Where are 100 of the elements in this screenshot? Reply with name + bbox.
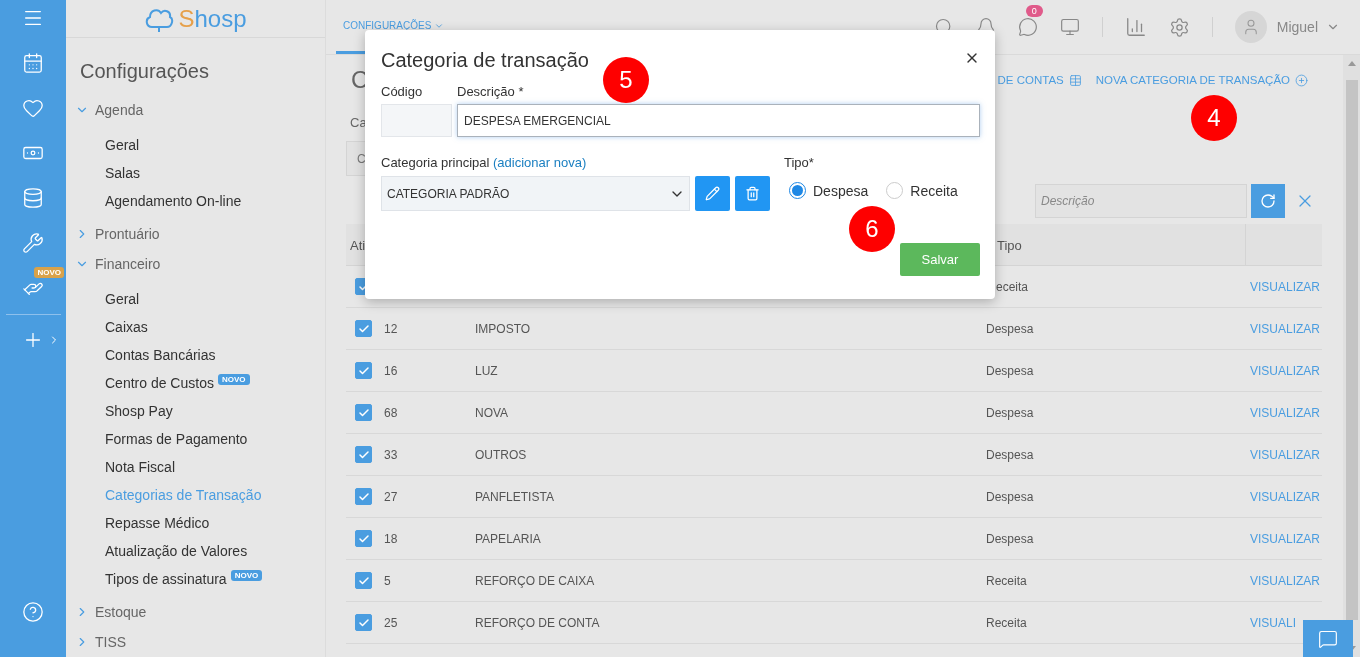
field-label: Categoria principal (adicionar nova) xyxy=(381,155,588,170)
table-cell-text: 25 xyxy=(384,615,399,630)
sidebar-item[interactable]: Salas xyxy=(105,165,141,181)
table-cell-text: 68 xyxy=(384,405,399,420)
table-cell-text: 18 xyxy=(384,531,399,546)
sidebar-item[interactable]: Agendamento On-line xyxy=(105,193,242,209)
help-icon[interactable] xyxy=(22,601,44,623)
new-badge: NOVO xyxy=(230,569,263,581)
checkbox[interactable] xyxy=(355,572,372,589)
new-badge: NOVO xyxy=(217,373,250,385)
settings-icon[interactable] xyxy=(1168,16,1190,38)
chat-icon[interactable] xyxy=(1017,17,1038,37)
category-select[interactable]: CATEGORIA PADRÃO xyxy=(381,176,690,211)
checkbox[interactable] xyxy=(355,488,372,505)
checkbox[interactable] xyxy=(355,614,372,631)
radio-option[interactable]: Receita xyxy=(886,182,958,199)
table-cell-text: Receita xyxy=(986,615,1028,630)
column-header: Tipo xyxy=(996,237,1023,253)
trash-icon xyxy=(745,186,760,201)
field-label: Tipo* xyxy=(784,155,815,170)
table-cell-text: REFORÇO DE CAIXA xyxy=(475,573,596,588)
calendar-icon[interactable] xyxy=(22,51,44,74)
check-icon xyxy=(357,448,370,461)
user-name[interactable]: Miguel xyxy=(1276,19,1318,35)
check-icon xyxy=(357,364,370,377)
table-cell-text: 12 xyxy=(384,321,399,336)
refresh-icon xyxy=(1260,193,1276,209)
delete-button[interactable] xyxy=(735,176,770,211)
sidebar-item[interactable]: Formas de Pagamento xyxy=(105,431,248,447)
table-cell-text: Receita xyxy=(986,573,1028,588)
table-cell-text: Despesa xyxy=(986,363,1035,378)
new-badge: NOVO xyxy=(34,267,64,278)
plus-circle-icon xyxy=(1295,73,1308,87)
check-icon xyxy=(357,490,370,503)
refresh-button[interactable] xyxy=(1251,184,1285,218)
add-new-link[interactable]: (adicionar nova) xyxy=(493,155,587,170)
sidebar-item[interactable]: Nota Fiscal xyxy=(105,459,176,475)
sidebar-section[interactable]: Agenda xyxy=(66,95,325,125)
checkbox[interactable] xyxy=(355,446,372,463)
edit-button[interactable] xyxy=(695,176,730,211)
code-input[interactable] xyxy=(381,104,452,137)
wrench-icon[interactable] xyxy=(22,231,44,254)
checkbox[interactable] xyxy=(355,530,372,547)
sidebar-section[interactable]: Estoque xyxy=(66,597,325,627)
notification-count: 0 xyxy=(1025,5,1043,17)
table-cell-text: Despesa xyxy=(986,447,1035,462)
chart-icon[interactable] xyxy=(1124,16,1147,38)
save-button[interactable]: Salvar xyxy=(900,243,980,276)
checkbox[interactable] xyxy=(355,320,372,337)
table-icon xyxy=(1068,73,1082,87)
check-icon xyxy=(357,532,370,545)
table-cell-text: OUTROS xyxy=(475,447,528,462)
pencil-icon xyxy=(705,186,720,201)
sidebar-item[interactable]: Repasse Médico xyxy=(105,515,210,531)
table-cell-text: NOVA xyxy=(475,405,510,420)
sidebar-item[interactable]: Shosp Pay xyxy=(105,403,173,419)
logo-text: Shosp xyxy=(178,4,247,33)
scrollbar[interactable] xyxy=(1343,55,1360,657)
chat-button[interactable] xyxy=(1303,620,1353,657)
sidebar-item[interactable]: Geral xyxy=(105,137,140,153)
sidebar-section[interactable]: Financeiro xyxy=(66,249,325,279)
check-icon xyxy=(357,322,370,335)
monitor-icon[interactable] xyxy=(1059,17,1080,37)
table-cell-text: Despesa xyxy=(986,321,1035,336)
sidebar-item[interactable]: Tipos de assinatura xyxy=(105,571,227,587)
sidebar-item[interactable]: Geral xyxy=(105,291,140,307)
description-input[interactable]: DESPESA EMERGENCIAL xyxy=(457,104,980,137)
sidebar-section[interactable]: TISS xyxy=(66,627,325,657)
table-cell-text: IMPOSTO xyxy=(475,321,532,336)
table-cell-text: 27 xyxy=(384,489,399,504)
field-label: Código xyxy=(381,84,424,99)
sidebar-item[interactable]: Centro de Custos xyxy=(105,375,214,391)
table-cell-text: eceita xyxy=(995,279,1030,294)
table-cell-text: Despesa xyxy=(986,531,1035,546)
chat-icon xyxy=(1318,628,1338,649)
step-marker: 4 xyxy=(1191,95,1237,141)
table-cell-text: 5 xyxy=(384,573,392,588)
sidebar-item[interactable]: Contas Bancárias xyxy=(105,347,216,363)
table-cell-text: PANFLETISTA xyxy=(475,489,555,504)
avatar[interactable] xyxy=(1234,11,1267,43)
sidebar-title: Configurações xyxy=(80,60,210,83)
table-cell-text: LUZ xyxy=(475,363,499,378)
checkbox[interactable] xyxy=(355,404,372,421)
sidebar-item[interactable]: Atualização de Valores xyxy=(105,543,248,559)
check-icon xyxy=(357,406,370,419)
search-field[interactable]: Descrição xyxy=(1035,184,1247,218)
radio-option[interactable]: Despesa xyxy=(789,182,869,199)
table-cell-text: 33 xyxy=(384,447,399,462)
database-icon[interactable] xyxy=(22,186,44,209)
sidebar-item[interactable]: Caixas xyxy=(105,319,148,335)
sidebar-section[interactable]: Prontuário xyxy=(66,219,325,249)
check-icon xyxy=(357,574,370,587)
table-cell-text: PAPELARIA xyxy=(475,531,542,546)
column-header: Ati xyxy=(349,237,367,253)
checkbox[interactable] xyxy=(355,362,372,379)
check-icon xyxy=(357,616,370,629)
table-cell-text: REFORÇO DE CONTA xyxy=(475,615,601,630)
table-cell-text: 16 xyxy=(384,363,399,378)
table-cell-text: Despesa xyxy=(986,489,1035,504)
table-cell-text: Despesa xyxy=(986,405,1035,420)
